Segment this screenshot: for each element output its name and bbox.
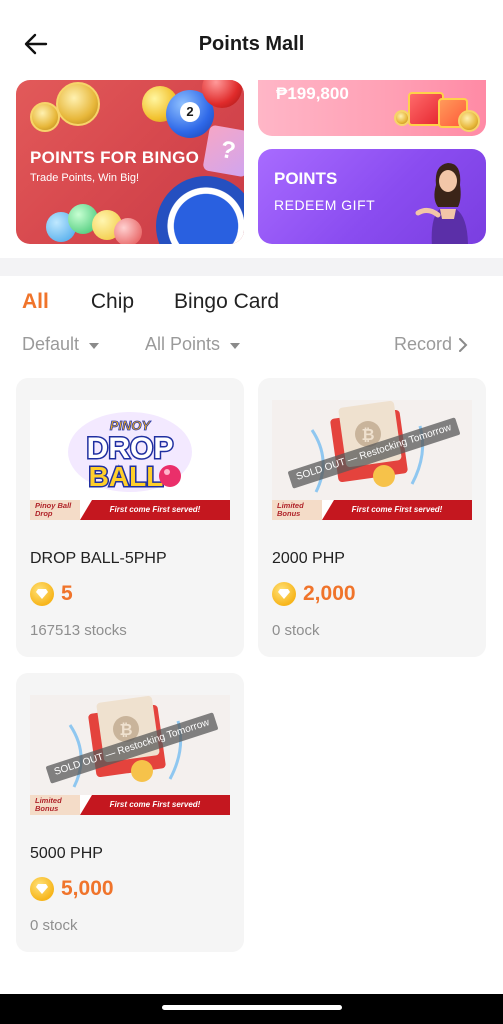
diamond-points-icon <box>30 877 54 901</box>
caret-down-icon <box>230 342 241 349</box>
points-filter-label: All Points <box>145 334 221 354</box>
record-label: Record <box>393 334 452 354</box>
disc-icon <box>156 176 244 244</box>
ribbon-tag: Limited Bonus <box>30 795 80 815</box>
system-home-bar <box>0 994 503 1024</box>
logo-top-text: PINOY <box>110 418 152 433</box>
points-dropdown[interactable]: All Points <box>145 334 241 355</box>
coin-icon <box>458 110 480 132</box>
jackpot-banner[interactable]: ₱199,800 <box>258 80 486 136</box>
price-value: 5,000 <box>61 877 114 900</box>
arrow-left-icon <box>24 33 48 55</box>
svg-text:₿: ₿ <box>361 425 374 444</box>
product-name: 2000 PHP <box>272 550 345 567</box>
tab-chip[interactable]: Chip <box>91 290 134 314</box>
tab-all[interactable]: All <box>22 290 49 314</box>
product-name: DROP BALL-5PHP <box>30 550 167 567</box>
product-image: PINOY DROP BALL Pinoy Ball Drop First co… <box>30 400 230 520</box>
bingo-banner[interactable]: 2 ? POINTS FOR BINGO Trade Points, Win B… <box>16 80 244 244</box>
logo-bottom-text: BALL <box>89 461 164 492</box>
back-button[interactable] <box>20 28 52 60</box>
ribbon-tag: Pinoy Ball Drop <box>30 500 80 520</box>
product-price: 5,000 <box>30 877 114 901</box>
product-card[interactable]: ₿ SOLD OUT — Restocking Tomorrow Limited… <box>258 378 486 657</box>
redeem-banner-subtitle: REDEEM GIFT <box>274 197 376 213</box>
mystery-box-icon: ? <box>202 124 244 178</box>
record-link[interactable]: Record <box>394 334 468 355</box>
jackpot-amount: ₱199,800 <box>276 84 349 103</box>
coin-icon <box>56 82 100 126</box>
product-card[interactable]: ₿ SOLD OUT — Restocking Tomorrow Limited… <box>16 673 244 952</box>
banner-area: 2 ? POINTS FOR BINGO Trade Points, Win B… <box>0 80 503 250</box>
category-tabs: All Chip Bingo Card <box>22 290 319 314</box>
drop-ball-logo: PINOY DROP BALL <box>68 412 192 494</box>
points-mall-page: Points Mall 2 ? POINTS FOR BINGO Trade P… <box>0 0 503 1024</box>
section-divider <box>0 258 503 276</box>
product-image: ₿ SOLD OUT — Restocking Tomorrow Limited… <box>30 695 230 815</box>
model-image <box>415 163 468 244</box>
product-price: 2,000 <box>272 582 356 606</box>
promo-ribbon: Limited Bonus First come First served! <box>272 500 472 520</box>
header: Points Mall <box>0 0 503 82</box>
redeem-banner[interactable]: POINTS REDEEM GIFT <box>258 149 486 244</box>
ribbon-slogan: First come First served! <box>80 500 230 520</box>
product-price: 5 <box>30 582 73 606</box>
promo-ribbon: Limited Bonus First come First served! <box>30 795 230 815</box>
stock-count: 0 stock <box>30 917 78 934</box>
price-value: 5 <box>61 582 73 605</box>
filter-bar: Default All Points Record <box>22 334 482 358</box>
svg-text:₿: ₿ <box>119 720 132 739</box>
balls-pile-icon <box>46 204 146 244</box>
ribbon-tag: Limited Bonus <box>272 500 322 520</box>
coin-icon <box>394 110 410 126</box>
product-card[interactable]: PINOY DROP BALL Pinoy Ball Drop First co… <box>16 378 244 657</box>
ball-number: 2 <box>180 102 200 122</box>
caret-down-icon <box>89 342 100 349</box>
diamond-points-icon <box>30 582 54 606</box>
ribbon-slogan: First come First served! <box>80 795 230 815</box>
redeem-banner-title: POINTS <box>274 169 338 188</box>
chevron-right-icon <box>459 337 468 352</box>
promo-ribbon: Pinoy Ball Drop First come First served! <box>30 500 230 520</box>
home-indicator[interactable] <box>162 1005 342 1010</box>
bingo-banner-subtitle: Trade Points, Win Big! <box>30 172 140 184</box>
ribbon-slogan: First come First served! <box>322 500 472 520</box>
stock-count: 0 stock <box>272 622 320 639</box>
stock-count: 167513 stocks <box>30 622 127 639</box>
page-title: Points Mall <box>198 32 305 55</box>
product-name: 5000 PHP <box>30 845 103 862</box>
coin-icon <box>30 102 60 132</box>
bingo-banner-title: POINTS FOR BINGO <box>30 148 200 167</box>
sort-dropdown[interactable]: Default <box>22 334 100 355</box>
product-image: ₿ SOLD OUT — Restocking Tomorrow Limited… <box>272 400 472 520</box>
tab-bingo-card[interactable]: Bingo Card <box>174 290 279 314</box>
diamond-points-icon <box>272 582 296 606</box>
price-value: 2,000 <box>303 582 356 605</box>
sort-label: Default <box>22 334 80 354</box>
